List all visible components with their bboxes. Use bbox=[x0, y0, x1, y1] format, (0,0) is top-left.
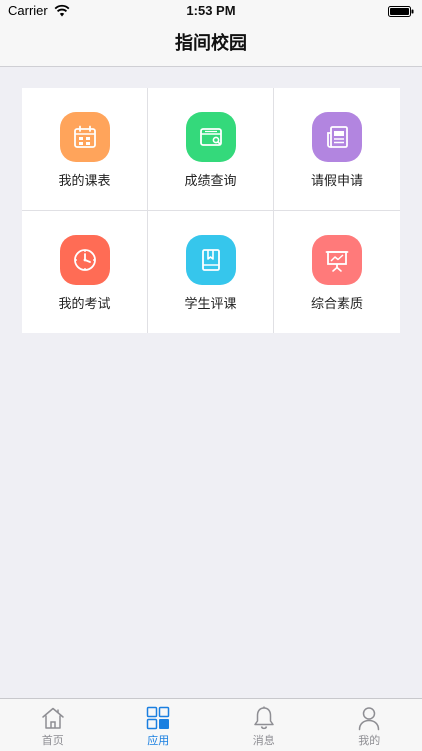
app-tile-label: 成绩查询 bbox=[148, 170, 273, 189]
app-tile-schedule[interactable]: 我的课表 bbox=[22, 88, 147, 210]
app-tile-label: 请假申请 bbox=[274, 170, 400, 189]
bell-icon bbox=[251, 705, 277, 731]
document-icon bbox=[312, 112, 362, 162]
battery-icon bbox=[388, 6, 414, 17]
tab-apps[interactable]: 应用 bbox=[106, 699, 212, 751]
app-tile-exams[interactable]: 我的考试 bbox=[22, 211, 147, 333]
app-tile-label: 我的考试 bbox=[22, 293, 147, 312]
tab-label: 应用 bbox=[106, 732, 212, 748]
clock-icon bbox=[60, 235, 110, 285]
apps-grid-icon bbox=[145, 705, 171, 731]
tab-home[interactable]: 首页 bbox=[0, 699, 106, 751]
navigation-bar: 指间校园 bbox=[0, 22, 422, 67]
tab-label: 我的 bbox=[317, 732, 422, 748]
tab-label: 消息 bbox=[211, 732, 317, 748]
app-grid: 我的课表 成绩查询 请假申请 bbox=[22, 88, 400, 333]
app-tile-label: 学生评课 bbox=[148, 293, 273, 312]
presentation-board-icon bbox=[312, 235, 362, 285]
app-tile-leave-request[interactable]: 请假申请 bbox=[274, 88, 400, 210]
tab-profile[interactable]: 我的 bbox=[317, 699, 422, 751]
calendar-icon bbox=[60, 112, 110, 162]
wallet-icon bbox=[186, 112, 236, 162]
book-icon bbox=[186, 235, 236, 285]
status-time: 1:53 PM bbox=[0, 3, 422, 18]
status-bar: Carrier 1:53 PM bbox=[0, 0, 422, 22]
tab-label: 首页 bbox=[0, 732, 106, 748]
home-icon bbox=[40, 705, 66, 731]
tab-bar: 首页 应用 消息 我的 bbox=[0, 698, 422, 751]
page-title: 指间校园 bbox=[0, 22, 422, 66]
app-tile-grades[interactable]: 成绩查询 bbox=[148, 88, 273, 210]
app-tile-comprehensive-quality[interactable]: 综合素质 bbox=[274, 211, 400, 333]
tab-messages[interactable]: 消息 bbox=[211, 699, 317, 751]
app-tile-label: 综合素质 bbox=[274, 293, 400, 312]
app-tile-course-evaluation[interactable]: 学生评课 bbox=[148, 211, 273, 333]
user-icon bbox=[356, 705, 382, 731]
app-tile-label: 我的课表 bbox=[22, 170, 147, 189]
